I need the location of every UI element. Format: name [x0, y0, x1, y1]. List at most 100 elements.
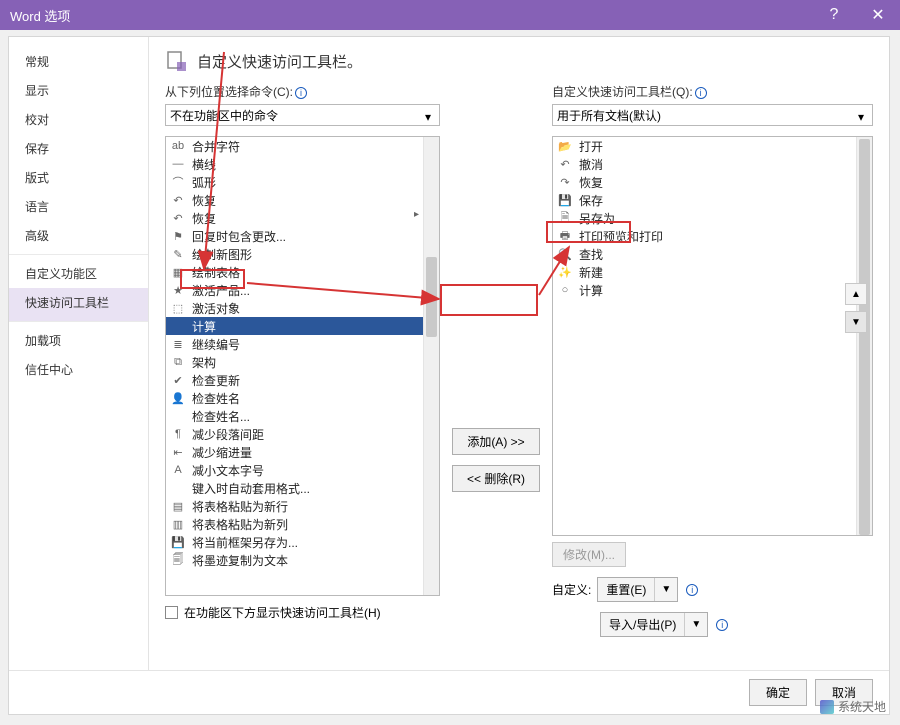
- list-item[interactable]: ✔检查更新: [166, 371, 423, 389]
- qat-item-icon: ○: [557, 282, 573, 298]
- close-button[interactable]: ✕: [856, 0, 900, 30]
- list-item[interactable]: 💾将当前框架另存为...: [166, 533, 423, 551]
- commands-from-dropdown[interactable]: 不在功能区中的命令 ▾: [165, 104, 440, 126]
- list-item-label: 恢复: [192, 192, 216, 209]
- list-item-label: 将表格粘贴为新行: [192, 498, 288, 515]
- list-item[interactable]: ✨新建: [553, 263, 872, 281]
- list-item[interactable]: ab合并字符: [166, 137, 423, 155]
- list-item-label: 激活产品...: [192, 282, 250, 299]
- show-below-ribbon-checkbox[interactable]: [165, 606, 178, 619]
- sidebar-item-trust-center[interactable]: 信任中心: [9, 355, 148, 384]
- list-item[interactable]: ⚑ 回复时包含更改...: [166, 227, 423, 245]
- list-item[interactable]: 🗐 将墨迹复制为文本: [166, 551, 423, 569]
- list-item-label: 横线: [192, 156, 216, 173]
- list-item[interactable]: ⬚激活对象: [166, 299, 423, 317]
- list-item[interactable]: 📂打开: [553, 137, 872, 155]
- info-icon[interactable]: i: [695, 87, 707, 99]
- list-item-label: 撤消: [579, 156, 603, 173]
- sidebar-item-advanced[interactable]: 高级: [9, 221, 148, 255]
- list-item[interactable]: ▥ 将表格粘贴为新列: [166, 515, 423, 533]
- help-button[interactable]: ?: [812, 0, 856, 30]
- list-item[interactable]: ○计算: [553, 281, 872, 299]
- list-item-label: 检查姓名...: [192, 408, 250, 425]
- modify-button[interactable]: 修改(M)...: [552, 542, 626, 567]
- sidebar-item-layout[interactable]: 版式: [9, 163, 148, 192]
- list-item[interactable]: ✎绘制新图形: [166, 245, 423, 263]
- list-item-label: 打印预览和打印: [579, 228, 663, 245]
- move-up-button[interactable]: ▲: [845, 283, 867, 305]
- cmd-item-icon: 🗐: [170, 552, 186, 568]
- list-item-label: 绘制表格: [192, 264, 240, 281]
- list-item[interactable]: 键入时自动套用格式...: [166, 479, 423, 497]
- list-item[interactable]: 💾保存: [553, 191, 872, 209]
- info-icon[interactable]: i: [716, 619, 728, 631]
- list-item[interactable]: 检查姓名...: [166, 407, 423, 425]
- import-export-button[interactable]: 导入/导出(P)▼: [600, 612, 708, 637]
- list-item-label: 激活对象: [192, 300, 240, 317]
- cmd-item-icon: ⚑: [170, 228, 186, 244]
- list-item[interactable]: 👤检查姓名: [166, 389, 423, 407]
- cmd-item-icon: ▥: [170, 516, 186, 532]
- cmd-item-icon: ↶: [170, 192, 186, 208]
- qat-item-icon: 🗎: [557, 210, 573, 226]
- available-commands-list[interactable]: ab合并字符—横线⌒弧形↶恢复↶恢复⚑回复时包含更改...✎绘制新图形▦绘制表格…: [165, 136, 440, 596]
- list-item[interactable]: ¶减少段落间距: [166, 425, 423, 443]
- remove-button[interactable]: << 删除(R): [452, 465, 540, 492]
- list-item[interactable]: ▤将表格粘贴为新行: [166, 497, 423, 515]
- ok-button[interactable]: 确定: [749, 679, 807, 706]
- sidebar: 常规 显示 校对 保存 版式 语言 高级 自定义功能区 快速访问工具栏 加载项 …: [9, 37, 149, 670]
- list-item[interactable]: ≣继续编号: [166, 335, 423, 353]
- sidebar-item-language[interactable]: 语言: [9, 192, 148, 221]
- scrollbar[interactable]: [856, 137, 872, 535]
- list-item[interactable]: ↶ 恢复: [166, 191, 423, 209]
- list-item-label: 减小文本字号: [192, 462, 264, 479]
- customize-text: 自定义:: [552, 581, 591, 598]
- list-item[interactable]: 🖶打印预览和打印: [553, 227, 872, 245]
- list-item[interactable]: ⧉架构: [166, 353, 423, 371]
- list-item[interactable]: ⇤减少缩进量: [166, 443, 423, 461]
- sidebar-item-proofing[interactable]: 校对: [9, 105, 148, 134]
- list-item[interactable]: ↷恢复: [553, 173, 872, 191]
- scrollbar-thumb[interactable]: [859, 139, 870, 535]
- move-down-button[interactable]: ▼: [845, 311, 867, 333]
- sidebar-item-addins[interactable]: 加载项: [9, 326, 148, 355]
- sidebar-item-save[interactable]: 保存: [9, 134, 148, 163]
- list-item[interactable]: —横线: [166, 155, 423, 173]
- qat-commands-list[interactable]: 📂打开↶ 撤消↷恢复💾保存🗎 另存为🖶打印预览和打印🔍查找✨新建○计算: [552, 136, 873, 536]
- list-item[interactable]: ↶恢复: [166, 209, 423, 227]
- cmd-item-icon: ↶: [170, 210, 186, 226]
- info-icon[interactable]: i: [295, 87, 307, 99]
- scrollbar-thumb[interactable]: [426, 257, 437, 337]
- list-item-label: 另存为: [579, 210, 615, 227]
- sidebar-item-quick-access[interactable]: 快速访问工具栏: [9, 288, 148, 322]
- scrollbar[interactable]: [423, 137, 439, 595]
- reset-button[interactable]: 重置(E)▼: [597, 577, 678, 602]
- list-item[interactable]: ★激活产品...: [166, 281, 423, 299]
- watermark-logo-icon: [820, 700, 834, 714]
- list-item[interactable]: 🔍查找: [553, 245, 872, 263]
- list-item[interactable]: 计算: [166, 317, 423, 335]
- list-item[interactable]: 🗎 另存为: [553, 209, 872, 227]
- sidebar-item-display[interactable]: 显示: [9, 76, 148, 105]
- list-item[interactable]: ▦绘制表格: [166, 263, 423, 281]
- list-item-label: 架构: [192, 354, 216, 371]
- list-item[interactable]: ↶ 撤消: [553, 155, 872, 173]
- list-item-label: 将墨迹复制为文本: [192, 552, 288, 569]
- list-item-label: 将表格粘贴为新列: [192, 516, 288, 533]
- list-item-label: 新建: [579, 264, 603, 281]
- sidebar-item-customize-ribbon[interactable]: 自定义功能区: [9, 259, 148, 288]
- qat-item-icon: ↶: [557, 156, 573, 172]
- list-item-label: 键入时自动套用格式...: [192, 480, 310, 497]
- sidebar-item-general[interactable]: 常规: [9, 47, 148, 76]
- title-bar: Word 选项 ? ✕: [0, 0, 900, 30]
- list-item-label: 回复时包含更改...: [192, 228, 286, 245]
- list-item-label: 恢复: [579, 174, 603, 191]
- qat-target-dropdown[interactable]: 用于所有文档(默认) ▾: [552, 104, 873, 126]
- info-icon[interactable]: i: [686, 584, 698, 596]
- list-item[interactable]: A减小文本字号: [166, 461, 423, 479]
- list-item[interactable]: ⌒弧形: [166, 173, 423, 191]
- list-item-label: 检查姓名: [192, 390, 240, 407]
- add-button[interactable]: 添加(A) >>: [452, 428, 540, 455]
- list-item-label: 减少段落间距: [192, 426, 264, 443]
- chevron-down-icon: ▾: [425, 110, 435, 120]
